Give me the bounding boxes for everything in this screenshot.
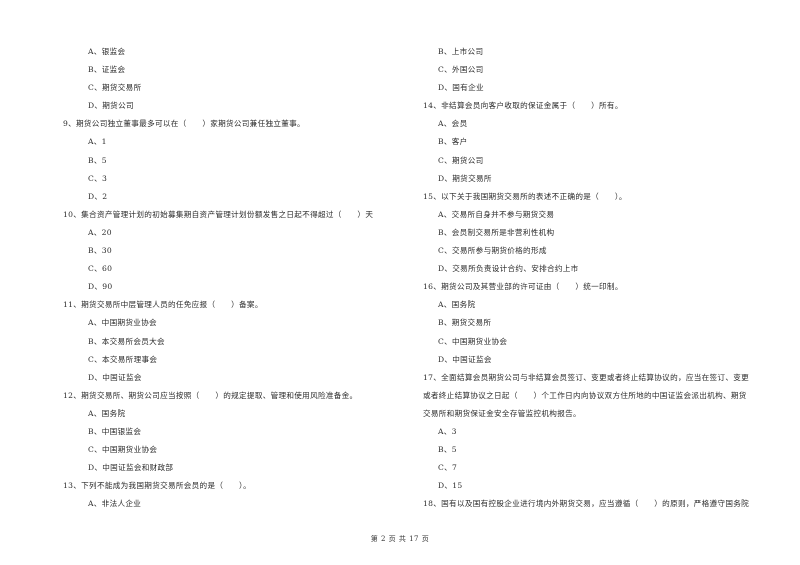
answer-option: D、中国证监会	[438, 354, 492, 364]
answer-option: D、中国证监会和财政部	[88, 463, 174, 473]
answer-option: B、证监会	[88, 65, 126, 75]
right-column: B、上市公司 C、外国公司 D、国有企业 14、非结算会员向客户收取的保证金属于（ ）…	[423, 43, 773, 513]
answer-option: A、中国期货业协会	[88, 318, 157, 328]
answer-option: D、期货公司	[88, 101, 134, 111]
answer-option: B、客户	[438, 137, 468, 147]
answer-option: A、20	[88, 227, 112, 237]
answer-option: A、国务院	[438, 300, 476, 310]
answer-option: C、外国公司	[438, 65, 484, 75]
question-text: 13、下列不能成为我国期货交易所会员的是（ ）。	[63, 481, 252, 491]
answer-option: C、中国期货业协会	[88, 445, 158, 455]
question-text: 16、期货公司及其营业部的许可证由（ ）统一印制。	[423, 282, 623, 292]
question-text: 12、期货交易所、期货公司应当按照（ ）的规定提取、管理和使用风险准备金。	[63, 390, 358, 400]
answer-option: C、60	[88, 264, 113, 274]
answer-option: B、上市公司	[438, 47, 484, 56]
answer-option: B、5	[438, 445, 457, 455]
answer-option: C、中国期货业协会	[438, 336, 508, 346]
answer-option: D、90	[88, 282, 113, 292]
answer-option: D、2	[88, 191, 108, 201]
answer-option: A、非法人企业	[88, 499, 142, 509]
answer-option: B、会员制交易所是非营利性机构	[438, 227, 555, 237]
answer-option: D、期货交易所	[438, 173, 492, 183]
question-text: 17、全面结算会员期货公司与非结算会员签订、变更或者终止结算协议的，应当在签订、…	[423, 372, 750, 382]
left-column: A、银监会 B、证监会 C、期货交易所 D、期货公司 9、期货公司独立董事最多可以在（ …	[63, 43, 403, 513]
answer-option: A、会员	[438, 119, 468, 129]
answer-option: B、中国银监会	[88, 426, 142, 436]
answer-option: A、交易所自身并不参与期货交易	[438, 209, 555, 219]
answer-option: D、交易所负责设计合约、安排合约上市	[438, 264, 579, 274]
question-text: 14、非结算会员向客户收取的保证金属于（ ）所有。	[423, 101, 623, 111]
page-footer: 第 2 页 共 17 页	[370, 535, 430, 543]
answer-option: C、3	[88, 173, 108, 183]
question-text: 9、期货公司独立董事最多可以在（ ）家期货公司兼任独立董事。	[63, 119, 305, 129]
answer-option: B、本交易所会员大会	[88, 336, 165, 346]
answer-option: C、本交易所理事会	[88, 354, 158, 364]
answer-option: B、5	[88, 155, 107, 165]
answer-option: B、期货交易所	[438, 318, 492, 328]
answer-option: D、15	[438, 481, 463, 491]
answer-option: B、30	[88, 246, 113, 256]
answer-option: A、1	[88, 137, 107, 147]
answer-option: C、交易所参与期货价格的形成	[438, 246, 547, 256]
answer-option: A、国务院	[88, 408, 126, 418]
question-text: 11、期货交易所中层管理人员的任免应报（ ）备案。	[63, 300, 263, 310]
answer-option: A、3	[438, 426, 457, 436]
question-text: 交易所和期货保证金安全存管监控机构报告。	[423, 408, 581, 418]
answer-option: A、银监会	[88, 47, 126, 56]
answer-option: C、期货公司	[438, 155, 484, 165]
question-text: 15、以下关于我国期货交易所的表述不正确的是（ ）。	[423, 191, 627, 201]
question-text: 10、集合资产管理计划的初始募集期自资产管理计划份额发售之日起不得超过（ ）天	[63, 209, 374, 219]
answer-option: D、国有企业	[438, 83, 484, 93]
answer-option: C、期货交易所	[88, 83, 142, 93]
question-text: 或者终止结算协议之日起（ ）个工作日内向协议双方住所地的中国证监会派出机构、期货	[423, 390, 747, 400]
question-text: 18、国有以及国有控股企业进行境内外期货交易，应当遵循（ ）的原则，严格遵守国务…	[423, 499, 750, 509]
answer-option: C、7	[438, 463, 458, 473]
answer-option: D、中国证监会	[88, 372, 142, 382]
